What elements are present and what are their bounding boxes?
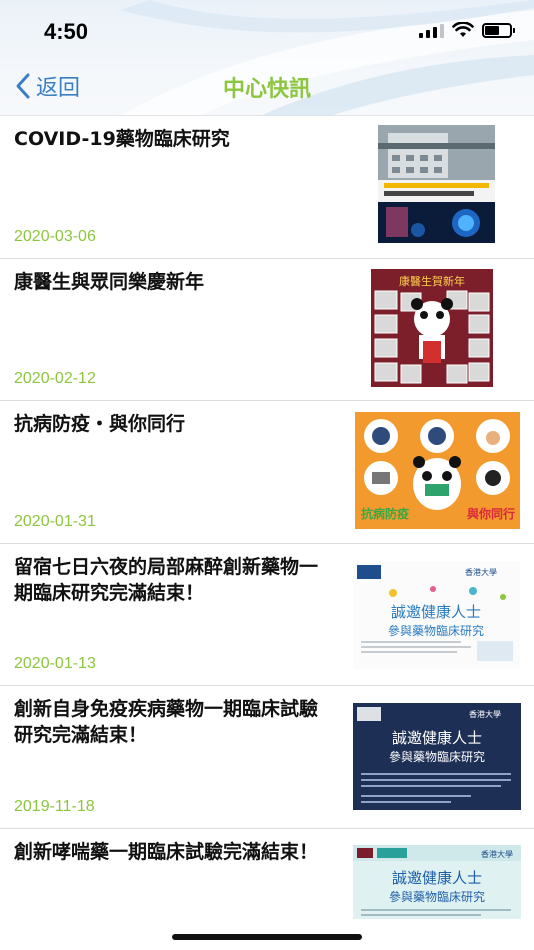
news-item[interactable]: 創新自身免疫疾病藥物一期臨床試驗研究完滿結束！ 2019-11-18 香港大學 … [0, 686, 534, 829]
news-date: 2020-03-06 [14, 227, 96, 245]
app-header: 4:50 返回 中心快訊 [0, 0, 534, 116]
news-title: 抗病防疫・與你同行 [14, 413, 186, 435]
news-thumbnail: 抗病防疫 與你同行 [355, 412, 520, 529]
news-date: 2020-01-13 [14, 655, 96, 672]
news-date: 2020-02-12 [14, 370, 96, 387]
poster-subline: 參與藥物臨床研究 [389, 889, 485, 904]
poster-headline: 誠邀健康人士 [391, 603, 481, 621]
news-date: 2019-11-18 [14, 797, 95, 815]
poster-banner-text: 康醫生賀新年 [399, 274, 465, 288]
news-thumbnail: 香港大學 誠邀健康人士 參與藥物臨床研究 [353, 560, 520, 669]
news-thumbnail [378, 125, 495, 243]
news-title: 留宿七日六夜的局部麻醉創新藥物一期臨床研究完滿結束！ [14, 555, 319, 604]
cellular-signal-icon [419, 22, 444, 38]
status-time: 4:50 [44, 19, 89, 44]
news-date: 2020-01-31 [14, 512, 96, 530]
poster-fight-text: 抗病防疫 [361, 506, 409, 521]
page-title: 中心快訊 [222, 77, 311, 102]
news-title: 創新哮喘藥一期臨床試驗完滿結束！ [14, 840, 319, 863]
home-indicator[interactable] [172, 934, 362, 940]
news-title: 康醫生與眾同樂慶新年 [14, 270, 205, 293]
news-thumbnail: 康醫生賀新年 [371, 268, 493, 387]
battery-icon [482, 22, 515, 38]
poster-hku-label: 香港大學 [465, 567, 497, 577]
news-title: 創新自身免疫疾病藥物一期臨床試驗研究完滿結束！ [14, 698, 319, 746]
news-list: COVID-19藥物臨床研究 2020-03-06 康醫生與眾同樂慶新年 202… [0, 116, 534, 950]
status-icons [419, 22, 515, 38]
poster-with-you-text: 與你同行 [467, 506, 515, 521]
wifi-icon [452, 22, 474, 37]
poster-hku-label: 香港大學 [469, 709, 501, 719]
poster-subline: 參與藥物臨床研究 [389, 749, 485, 764]
news-item[interactable]: 抗病防疫・與你同行 2020-01-31 抗病防疫 與你同行 [0, 401, 534, 544]
news-title: COVID-19藥物臨床研究 [14, 128, 230, 150]
news-thumbnail: 香港大學 誠邀健康人士 參與藥物臨床研究 [353, 703, 521, 810]
news-thumbnail: 香港大學 誠邀健康人士 參與藥物臨床研究 [353, 844, 521, 919]
news-item[interactable]: 康醫生與眾同樂慶新年 2020-02-12 康醫生賀新年 [0, 259, 534, 401]
poster-hku-label: 香港大學 [481, 849, 513, 859]
news-item[interactable]: 留宿七日六夜的局部麻醉創新藥物一期臨床研究完滿結束！ 2020-01-13 香港… [0, 544, 534, 686]
news-item[interactable]: 創新哮喘藥一期臨床試驗完滿結束！ 香港大學 誠邀健康人士 參與藥物臨床研究 [0, 829, 534, 950]
poster-headline: 誠邀健康人士 [392, 869, 482, 887]
news-item[interactable]: COVID-19藥物臨床研究 2020-03-06 [0, 116, 534, 259]
poster-headline: 誠邀健康人士 [392, 729, 482, 747]
poster-subline: 參與藥物臨床研究 [388, 623, 484, 638]
